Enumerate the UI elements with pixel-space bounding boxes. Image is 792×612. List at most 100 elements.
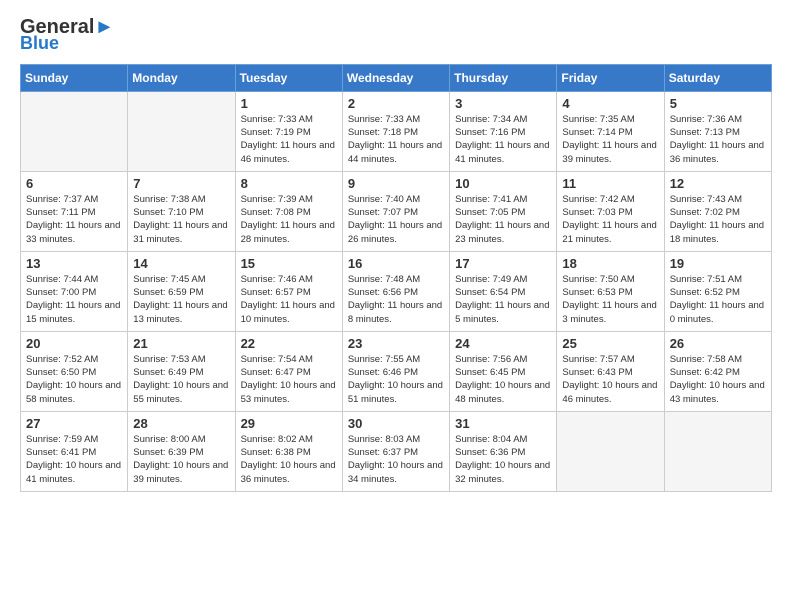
day-number: 14 [133,256,229,271]
calendar-cell: 1 Sunrise: 7:33 AMSunset: 7:19 PMDaylight… [235,91,342,171]
day-info: Sunrise: 7:54 AMSunset: 6:47 PMDaylight:… [241,353,337,406]
calendar-cell: 27Sunrise: 7:59 AMSunset: 6:41 PMDayligh… [21,411,128,491]
calendar-cell: 24Sunrise: 7:56 AMSunset: 6:45 PMDayligh… [450,331,557,411]
calendar-cell: 14 Sunrise: 7:45 AMSunset: 6:59 PMDayligh… [128,251,235,331]
calendar-cell: 31 Sunrise: 8:04 AMSunset: 6:36 PMDayligh… [450,411,557,491]
day-number: 8 [241,176,337,191]
day-info: Sunrise: 7:57 AMSunset: 6:43 PMDaylight:… [562,353,658,406]
weekday-header-tuesday: Tuesday [235,64,342,91]
calendar-table: SundayMondayTuesdayWednesdayThursdayFrid… [20,64,772,492]
day-number: 30 [348,416,444,431]
calendar-cell: 20 Sunrise: 7:52 AMSunset: 6:50 PMDayligh… [21,331,128,411]
day-info: Sunrise: 7:55 AMSunset: 6:46 PMDaylight:… [348,353,444,406]
day-number: 21 [133,336,229,351]
calendar-cell: 8 Sunrise: 7:39 AMSunset: 7:08 PMDaylight… [235,171,342,251]
calendar-cell [128,91,235,171]
calendar-cell: 17 Sunrise: 7:49 AMSunset: 6:54 PMDayligh… [450,251,557,331]
calendar-cell: 7 Sunrise: 7:38 AMSunset: 7:10 PMDaylight… [128,171,235,251]
day-info: Sunrise: 7:46 AMSunset: 6:57 PMDaylight:… [241,273,337,326]
day-info: Sunrise: 7:52 AMSunset: 6:50 PMDaylight:… [26,353,122,406]
day-info: Sunrise: 7:33 AMSunset: 7:19 PMDaylight:… [241,113,337,166]
calendar-cell: 25 Sunrise: 7:57 AMSunset: 6:43 PMDayligh… [557,331,664,411]
day-number: 29 [241,416,337,431]
day-number: 23 [348,336,444,351]
calendar-cell: 3 Sunrise: 7:34 AMSunset: 7:16 PMDaylight… [450,91,557,171]
day-number: 17 [455,256,551,271]
day-number: 22 [241,336,337,351]
calendar-cell: 13 Sunrise: 7:44 AMSunset: 7:00 PMDayligh… [21,251,128,331]
day-info: Sunrise: 7:49 AMSunset: 6:54 PMDaylight:… [455,273,551,326]
day-info: Sunrise: 8:02 AMSunset: 6:38 PMDaylight:… [241,433,337,486]
day-number: 10 [455,176,551,191]
calendar-cell: 10 Sunrise: 7:41 AMSunset: 7:05 PMDayligh… [450,171,557,251]
calendar-cell [557,411,664,491]
day-info: Sunrise: 7:50 AMSunset: 6:53 PMDaylight:… [562,273,658,326]
day-info: Sunrise: 7:48 AMSunset: 6:56 PMDaylight:… [348,273,444,326]
day-number: 1 [241,96,337,111]
header: General► Blue [20,16,772,54]
calendar-cell: 11 Sunrise: 7:42 AMSunset: 7:03 PMDayligh… [557,171,664,251]
day-number: 7 [133,176,229,191]
weekday-header-wednesday: Wednesday [342,64,449,91]
day-info: Sunrise: 7:43 AMSunset: 7:02 PMDaylight:… [670,193,766,246]
day-number: 3 [455,96,551,111]
day-info: Sunrise: 7:42 AMSunset: 7:03 PMDaylight:… [562,193,658,246]
logo: General► Blue [20,16,114,54]
day-info: Sunrise: 7:59 AMSunset: 6:41 PMDaylight:… [26,433,122,486]
day-info: Sunrise: 7:34 AMSunset: 7:16 PMDaylight:… [455,113,551,166]
day-info: Sunrise: 8:04 AMSunset: 6:36 PMDaylight:… [455,433,551,486]
calendar-cell: 2 Sunrise: 7:33 AMSunset: 7:18 PMDaylight… [342,91,449,171]
day-number: 19 [670,256,766,271]
calendar-cell [21,91,128,171]
day-info: Sunrise: 7:33 AMSunset: 7:18 PMDaylight:… [348,113,444,166]
page: General► Blue SundayMondayTuesdayWednesd… [0,0,792,508]
calendar-cell: 22 Sunrise: 7:54 AMSunset: 6:47 PMDayligh… [235,331,342,411]
day-number: 26 [670,336,766,351]
day-info: Sunrise: 7:45 AMSunset: 6:59 PMDaylight:… [133,273,229,326]
day-number: 28 [133,416,229,431]
calendar-cell: 12Sunrise: 7:43 AMSunset: 7:02 PMDayligh… [664,171,771,251]
calendar-cell: 19 Sunrise: 7:51 AMSunset: 6:52 PMDayligh… [664,251,771,331]
calendar-cell: 26 Sunrise: 7:58 AMSunset: 6:42 PMDayligh… [664,331,771,411]
calendar-cell [664,411,771,491]
calendar-cell: 5 Sunrise: 7:36 AMSunset: 7:13 PMDaylight… [664,91,771,171]
weekday-header-monday: Monday [128,64,235,91]
day-info: Sunrise: 7:53 AMSunset: 6:49 PMDaylight:… [133,353,229,406]
calendar-cell: 28 Sunrise: 8:00 AMSunset: 6:39 PMDayligh… [128,411,235,491]
day-number: 6 [26,176,122,191]
day-info: Sunrise: 7:36 AMSunset: 7:13 PMDaylight:… [670,113,766,166]
day-info: Sunrise: 8:00 AMSunset: 6:39 PMDaylight:… [133,433,229,486]
day-info: Sunrise: 7:38 AMSunset: 7:10 PMDaylight:… [133,193,229,246]
day-number: 25 [562,336,658,351]
weekday-header-friday: Friday [557,64,664,91]
weekday-header-thursday: Thursday [450,64,557,91]
day-number: 31 [455,416,551,431]
day-number: 2 [348,96,444,111]
day-number: 9 [348,176,444,191]
day-number: 13 [26,256,122,271]
calendar-cell: 30Sunrise: 8:03 AMSunset: 6:37 PMDayligh… [342,411,449,491]
calendar-cell: 23 Sunrise: 7:55 AMSunset: 6:46 PMDayligh… [342,331,449,411]
day-info: Sunrise: 7:39 AMSunset: 7:08 PMDaylight:… [241,193,337,246]
day-info: Sunrise: 7:41 AMSunset: 7:05 PMDaylight:… [455,193,551,246]
day-info: Sunrise: 7:37 AMSunset: 7:11 PMDaylight:… [26,193,122,246]
calendar-cell: 9 Sunrise: 7:40 AMSunset: 7:07 PMDaylight… [342,171,449,251]
day-number: 24 [455,336,551,351]
day-info: Sunrise: 7:44 AMSunset: 7:00 PMDaylight:… [26,273,122,326]
day-number: 4 [562,96,658,111]
calendar-cell: 29 Sunrise: 8:02 AMSunset: 6:38 PMDayligh… [235,411,342,491]
day-info: Sunrise: 7:51 AMSunset: 6:52 PMDaylight:… [670,273,766,326]
weekday-header-saturday: Saturday [664,64,771,91]
day-number: 20 [26,336,122,351]
calendar-cell: 18 Sunrise: 7:50 AMSunset: 6:53 PMDayligh… [557,251,664,331]
day-number: 15 [241,256,337,271]
day-info: Sunrise: 7:35 AMSunset: 7:14 PMDaylight:… [562,113,658,166]
calendar-cell: 15 Sunrise: 7:46 AMSunset: 6:57 PMDayligh… [235,251,342,331]
calendar-cell: 21 Sunrise: 7:53 AMSunset: 6:49 PMDayligh… [128,331,235,411]
day-number: 5 [670,96,766,111]
day-info: Sunrise: 7:40 AMSunset: 7:07 PMDaylight:… [348,193,444,246]
calendar-cell: 16Sunrise: 7:48 AMSunset: 6:56 PMDayligh… [342,251,449,331]
day-number: 18 [562,256,658,271]
day-info: Sunrise: 7:58 AMSunset: 6:42 PMDaylight:… [670,353,766,406]
day-number: 11 [562,176,658,191]
